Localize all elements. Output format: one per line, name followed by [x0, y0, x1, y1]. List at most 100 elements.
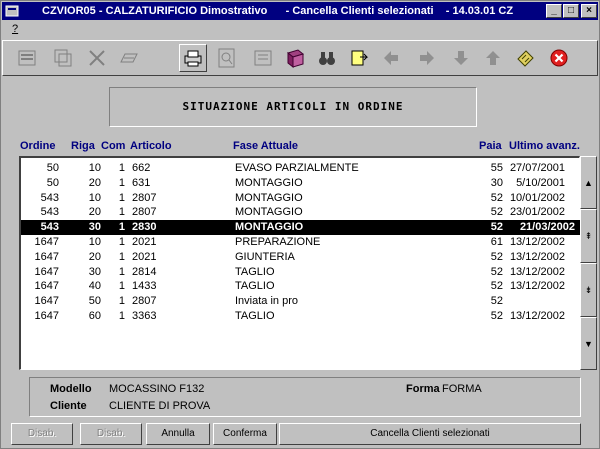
toolbar-new-button[interactable]: [13, 44, 41, 72]
list-item[interactable]: 543 20 1 2807 MONTAGGIO 52 23/01/2002: [21, 205, 580, 220]
cell-com: 1: [118, 265, 125, 278]
arrow-left-icon: [384, 51, 398, 65]
cell-fase: GIUNTERIA: [235, 250, 295, 263]
cell-paia: 52: [490, 295, 503, 308]
conferma-button[interactable]: Conferma: [213, 423, 277, 445]
forma-label: Forma: [406, 383, 440, 395]
cell-articolo: 2807: [132, 191, 157, 204]
cell-ultimo: 27/07/2001: [509, 162, 565, 174]
list-item[interactable]: 1647 40 1 1433 TAGLIO 52 13/12/2002: [21, 279, 580, 294]
minimize-button[interactable]: _: [546, 4, 562, 18]
cell-articolo: 2807: [132, 295, 157, 308]
cell-articolo: 662: [132, 162, 151, 174]
cell-riga: 40: [88, 280, 101, 293]
list-item[interactable]: 543 10 1 2807 MONTAGGIO 52 10/01/2002: [21, 191, 580, 206]
list-item[interactable]: 1647 20 1 2021 GIUNTERIA 52 13/12/2002: [21, 250, 580, 265]
toolbar: [2, 40, 598, 76]
article-info-panel: Modello MOCASSINO F132 Forma FORMA Clien…: [29, 377, 581, 417]
cell-articolo: 2021: [132, 250, 157, 263]
menu-bar: ?: [2, 21, 598, 39]
toolbar-find-button[interactable]: [313, 44, 341, 72]
toolbar-next-button[interactable]: [413, 44, 441, 72]
arrow-right-icon: [420, 51, 434, 65]
list-item[interactable]: 1647 30 1 2814 TAGLIO 52 13/12/2002: [21, 265, 580, 280]
maximize-button[interactable]: □: [563, 4, 579, 18]
cell-ordine: 1647: [34, 236, 59, 248]
book-icon: [286, 49, 305, 69]
cell-fase: EVASO PARZIALMENTE: [235, 162, 359, 174]
toolbar-book-button[interactable]: [281, 44, 309, 72]
column-header-paia[interactable]: Paia: [479, 140, 502, 152]
cell-ordine: 1647: [34, 265, 59, 278]
document-list-icon: [254, 50, 272, 66]
toolbar-print-button[interactable]: [179, 44, 207, 72]
cell-articolo: 2830: [132, 221, 157, 234]
toolbar-prev-button[interactable]: [377, 44, 405, 72]
scroll-top-button[interactable]: ▲: [580, 156, 597, 209]
close-button[interactable]: ×: [581, 4, 597, 18]
cell-fase: TAGLIO: [235, 310, 275, 322]
title-bar[interactable]: CZVIOR05 - CALZATURIFICIO Dimostrativo -…: [2, 2, 598, 20]
disab-button-1[interactable]: Disab.: [11, 423, 73, 445]
toolbar-delete-button[interactable]: [83, 44, 111, 72]
cell-articolo: 1433: [132, 280, 157, 293]
menu-help[interactable]: ?: [12, 23, 18, 35]
column-header-com[interactable]: Com: [101, 140, 125, 152]
modello-label: Modello: [50, 383, 92, 395]
column-header-articolo[interactable]: Articolo: [130, 140, 172, 152]
list-item[interactable]: 1647 60 1 3363 TAGLIO 52 13/12/2002: [21, 309, 580, 324]
column-header-riga[interactable]: Riga: [71, 140, 95, 152]
cell-ultimo: 23/01/2002: [509, 206, 565, 219]
cell-ultimo: 13/12/2002: [509, 280, 565, 293]
toolbar-copy-button[interactable]: [49, 44, 77, 72]
cancella-clienti-button[interactable]: Cancella Clienti selezionati: [279, 423, 581, 445]
cell-articolo: 2021: [132, 236, 157, 248]
cell-ordine: 543: [40, 191, 59, 204]
app-icon[interactable]: [5, 4, 19, 18]
list-item[interactable]: 50 10 1 662 EVASO PARZIALMENTE 55 27/07/…: [21, 161, 580, 176]
cell-com: 1: [118, 280, 125, 293]
toolbar-export-button[interactable]: [249, 44, 277, 72]
close-icon: ×: [586, 5, 592, 16]
magnifier-icon: [218, 48, 235, 68]
articles-list[interactable]: 50 10 1 662 EVASO PARZIALMENTE 55 27/07/…: [19, 156, 580, 370]
column-header-fase[interactable]: Fase Attuale: [233, 140, 298, 152]
column-header-ultimo[interactable]: Ultimo avanz.: [509, 140, 580, 152]
cell-ultimo: 5/10/2001: [516, 176, 565, 189]
disab-button-2[interactable]: Disab.: [80, 423, 142, 445]
annulla-button[interactable]: Annulla: [146, 423, 210, 445]
cell-articolo: 2807: [132, 206, 157, 219]
cell-articolo: 2814: [132, 265, 157, 278]
list-item[interactable]: 50 20 1 631 MONTAGGIO 30 5/10/2001: [21, 176, 580, 191]
main-window: CZVIOR05 - CALZATURIFICIO Dimostrativo -…: [0, 0, 600, 449]
cell-ordine: 1647: [34, 295, 59, 308]
cell-riga: 10: [88, 236, 101, 248]
scroll-pagedown-button[interactable]: ⇟: [580, 263, 597, 317]
cell-riga: 20: [88, 176, 101, 189]
cell-paia: 55: [490, 162, 503, 174]
toolbar-exit-button[interactable]: [545, 44, 573, 72]
list-item-selected[interactable]: 543 30 1 2830 MONTAGGIO 52 21/03/2002: [21, 220, 580, 235]
cell-riga: 20: [88, 206, 101, 219]
list-item[interactable]: 1647 10 1 2021 PREPARAZIONE 61 13/12/200…: [21, 235, 580, 250]
toolbar-folder-button[interactable]: [345, 44, 373, 72]
cell-paia: 52: [490, 310, 503, 322]
column-header-ordine[interactable]: Ordine: [20, 140, 55, 152]
toolbar-up-button[interactable]: [479, 44, 507, 72]
cell-ordine: 543: [40, 221, 59, 234]
toolbar-keyboard-button[interactable]: [115, 44, 143, 72]
list-item[interactable]: 1647 50 1 2807 Inviata in pro 52: [21, 294, 580, 309]
cell-ultimo: 13/12/2002: [509, 310, 565, 322]
cell-articolo: 3363: [132, 310, 157, 322]
toolbar-down-button[interactable]: [447, 44, 475, 72]
scroll-bottom-button[interactable]: ▼: [580, 317, 597, 370]
toolbar-calculator-button[interactable]: [511, 44, 539, 72]
toolbar-preview-button[interactable]: [213, 44, 241, 72]
cell-com: 1: [118, 162, 125, 174]
cell-paia: 52: [490, 221, 503, 234]
cell-ultimo: 21/03/2002: [519, 221, 575, 234]
cell-paia: 30: [490, 176, 503, 189]
arrow-up-icon: [486, 51, 500, 65]
scroll-bottom-icon: ▼: [584, 338, 593, 349]
scroll-pageup-button[interactable]: ⇞: [580, 209, 597, 263]
